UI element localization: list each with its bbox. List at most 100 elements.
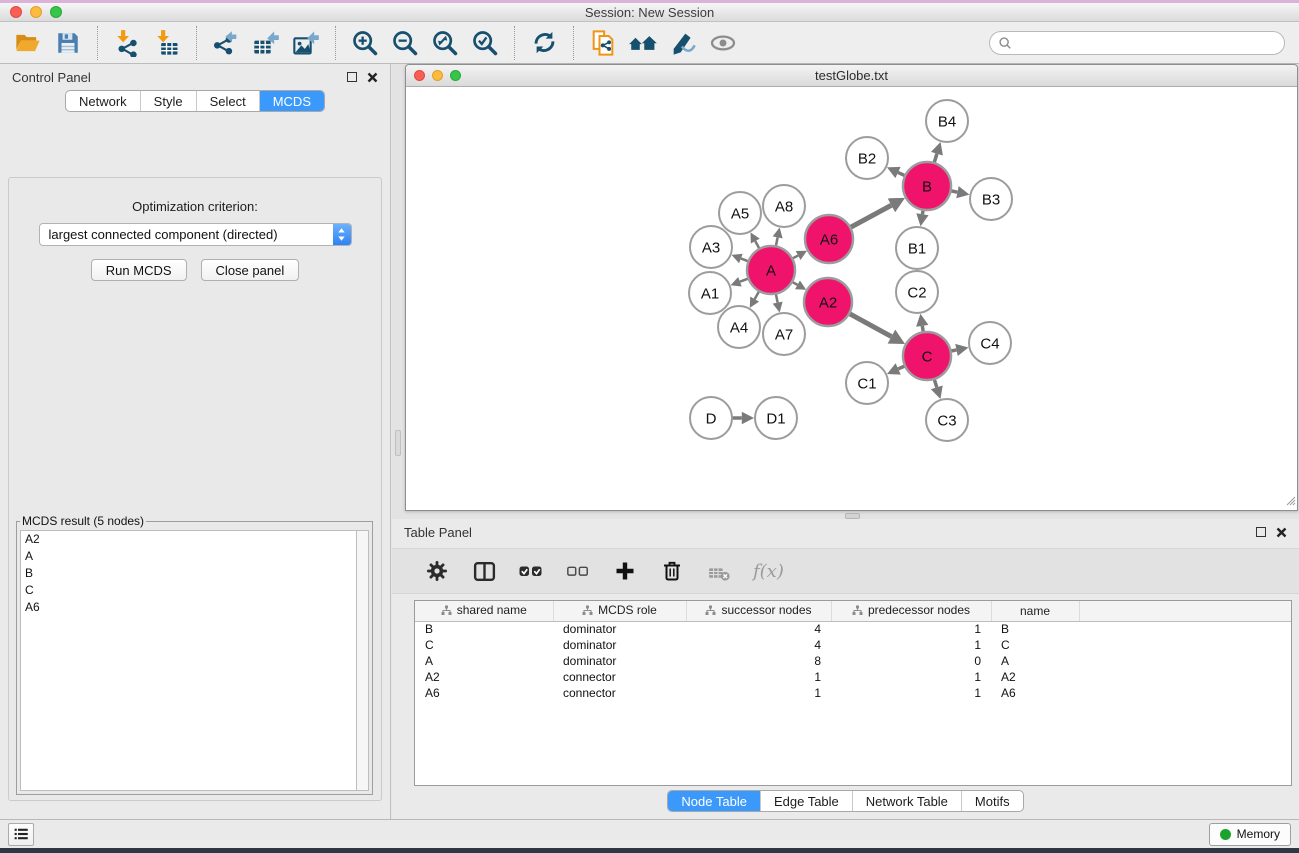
refresh-button[interactable] <box>524 25 564 61</box>
graph-node-A1[interactable]: A1 <box>689 272 731 314</box>
tab-select[interactable]: Select <box>196 91 259 111</box>
table-row[interactable]: Adominator80A <box>415 653 1291 669</box>
graph-edge-A-A2[interactable] <box>792 280 806 289</box>
graph-node-C[interactable]: C <box>903 332 951 380</box>
duplicate-network-button[interactable] <box>583 25 623 61</box>
graph-node-D1[interactable]: D1 <box>755 397 797 439</box>
graph-node-B4[interactable]: B4 <box>926 100 968 142</box>
table-cell[interactable]: C <box>415 637 553 653</box>
graph-node-C1[interactable]: C1 <box>846 362 888 404</box>
tab-motifs[interactable]: Motifs <box>961 791 1023 811</box>
graph-node-C2[interactable]: C2 <box>896 271 938 313</box>
memory-button[interactable]: Memory <box>1209 823 1291 846</box>
table-cell[interactable]: C <box>991 637 1079 653</box>
graph-edge-C-C1[interactable] <box>887 363 905 374</box>
graph-node-D[interactable]: D <box>690 397 732 439</box>
tab-style[interactable]: Style <box>140 91 196 111</box>
graph-node-A6[interactable]: A6 <box>805 215 853 263</box>
table-row[interactable]: Bdominator41B <box>415 621 1291 637</box>
table-cell[interactable]: 1 <box>831 621 991 637</box>
graph-node-A4[interactable]: A4 <box>718 306 760 348</box>
show-hide-graphics-button[interactable] <box>703 25 743 61</box>
graph-edge-B-B2[interactable] <box>887 167 905 178</box>
graph-edge-A-A8[interactable] <box>773 228 783 247</box>
close-panel-button[interactable]: Close panel <box>201 259 300 281</box>
table-cell[interactable]: 1 <box>831 637 991 653</box>
table-cell[interactable]: 1 <box>686 685 831 701</box>
table-cell[interactable]: 8 <box>686 653 831 669</box>
graph-edge-C-C3[interactable] <box>931 379 943 399</box>
table-cell[interactable]: B <box>415 621 553 637</box>
search-input[interactable] <box>1012 34 1284 52</box>
table-cell[interactable]: A <box>991 653 1079 669</box>
create-column-button[interactable] <box>610 556 640 586</box>
table-cell[interactable]: A2 <box>415 669 553 685</box>
table-cell[interactable]: A2 <box>991 669 1079 685</box>
mcds-result-item[interactable]: A <box>21 548 356 565</box>
graph-node-B[interactable]: B <box>903 162 951 210</box>
graph-node-A[interactable]: A <box>747 246 795 294</box>
search-field[interactable] <box>989 31 1285 55</box>
table-row[interactable]: A6connector11A6 <box>415 685 1291 701</box>
graph-node-A8[interactable]: A8 <box>763 185 805 227</box>
column-header-successor-nodes[interactable]: successor nodes <box>686 601 831 621</box>
table-cell[interactable]: 4 <box>686 621 831 637</box>
task-history-button[interactable] <box>8 823 34 846</box>
save-session-button[interactable] <box>48 25 88 61</box>
graph-edge-A-A4[interactable] <box>750 291 759 308</box>
zoom-out-button[interactable] <box>385 25 425 61</box>
resize-grip-icon[interactable] <box>1284 494 1296 509</box>
show-columns-button[interactable] <box>469 556 499 586</box>
mcds-result-item[interactable]: C <box>21 582 356 599</box>
function-builder-button[interactable]: f(x) <box>753 561 784 582</box>
tab-edge-table[interactable]: Edge Table <box>760 791 852 811</box>
export-network-button[interactable] <box>206 25 246 61</box>
graph-edge-B-B1[interactable] <box>916 210 928 227</box>
float-panel-icon[interactable] <box>347 72 357 82</box>
mcds-result-item[interactable]: A6 <box>21 599 356 616</box>
mcds-result-item[interactable]: A2 <box>21 531 356 548</box>
tab-node-table[interactable]: Node Table <box>668 791 760 811</box>
table-cell[interactable]: dominator <box>553 621 686 637</box>
table-cell[interactable]: 1 <box>686 669 831 685</box>
graph-edge-A-A5[interactable] <box>751 232 760 249</box>
table-cell[interactable]: 4 <box>686 637 831 653</box>
graph-node-C3[interactable]: C3 <box>926 399 968 441</box>
select-all-button[interactable] <box>516 556 546 586</box>
graph-node-A3[interactable]: A3 <box>690 226 732 268</box>
zoom-fit-button[interactable] <box>425 25 465 61</box>
table-cell[interactable]: A6 <box>991 685 1079 701</box>
graph-node-B2[interactable]: B2 <box>846 137 888 179</box>
graph-node-B1[interactable]: B1 <box>896 227 938 269</box>
graph-node-A2[interactable]: A2 <box>804 278 852 326</box>
delete-column-button[interactable] <box>657 556 687 586</box>
graph-edge-A6-B[interactable] <box>850 198 905 228</box>
graph-node-A7[interactable]: A7 <box>763 313 805 355</box>
run-mcds-button[interactable]: Run MCDS <box>91 259 187 281</box>
tab-network-table[interactable]: Network Table <box>852 791 961 811</box>
graph-edge-A-A3[interactable] <box>732 254 749 263</box>
graph-node-C4[interactable]: C4 <box>969 322 1011 364</box>
table-cell[interactable]: B <box>991 621 1079 637</box>
graph-node-A5[interactable]: A5 <box>719 192 761 234</box>
table-cell[interactable]: A6 <box>415 685 553 701</box>
scrollbar[interactable] <box>356 530 369 791</box>
table-cell[interactable]: 0 <box>831 653 991 669</box>
delete-table-button[interactable] <box>704 556 734 586</box>
table-cell[interactable]: 1 <box>831 685 991 701</box>
graph-edge-B-B3[interactable] <box>951 186 970 198</box>
column-header-shared-name[interactable]: shared name <box>415 601 553 621</box>
tab-network[interactable]: Network <box>66 91 140 111</box>
table-cell[interactable]: connector <box>553 669 686 685</box>
toggle-graphics-details-button[interactable] <box>663 25 703 61</box>
graph-edge-A2-C[interactable] <box>849 313 905 344</box>
network-canvas[interactable]: B4B2BB3A8A5A6A3B1AA1C2A2A4A7C4CC1DD1C3 <box>406 88 1297 510</box>
open-session-button[interactable] <box>8 25 48 61</box>
zoom-in-button[interactable] <box>345 25 385 61</box>
panel-splitter-handle[interactable] <box>395 430 401 456</box>
table-cell[interactable]: dominator <box>553 653 686 669</box>
graph-edge-A-A6[interactable] <box>792 251 807 260</box>
graph-edge-C-C4[interactable] <box>951 344 969 356</box>
export-image-button[interactable] <box>286 25 326 61</box>
show-all-networks-button[interactable] <box>623 25 663 61</box>
